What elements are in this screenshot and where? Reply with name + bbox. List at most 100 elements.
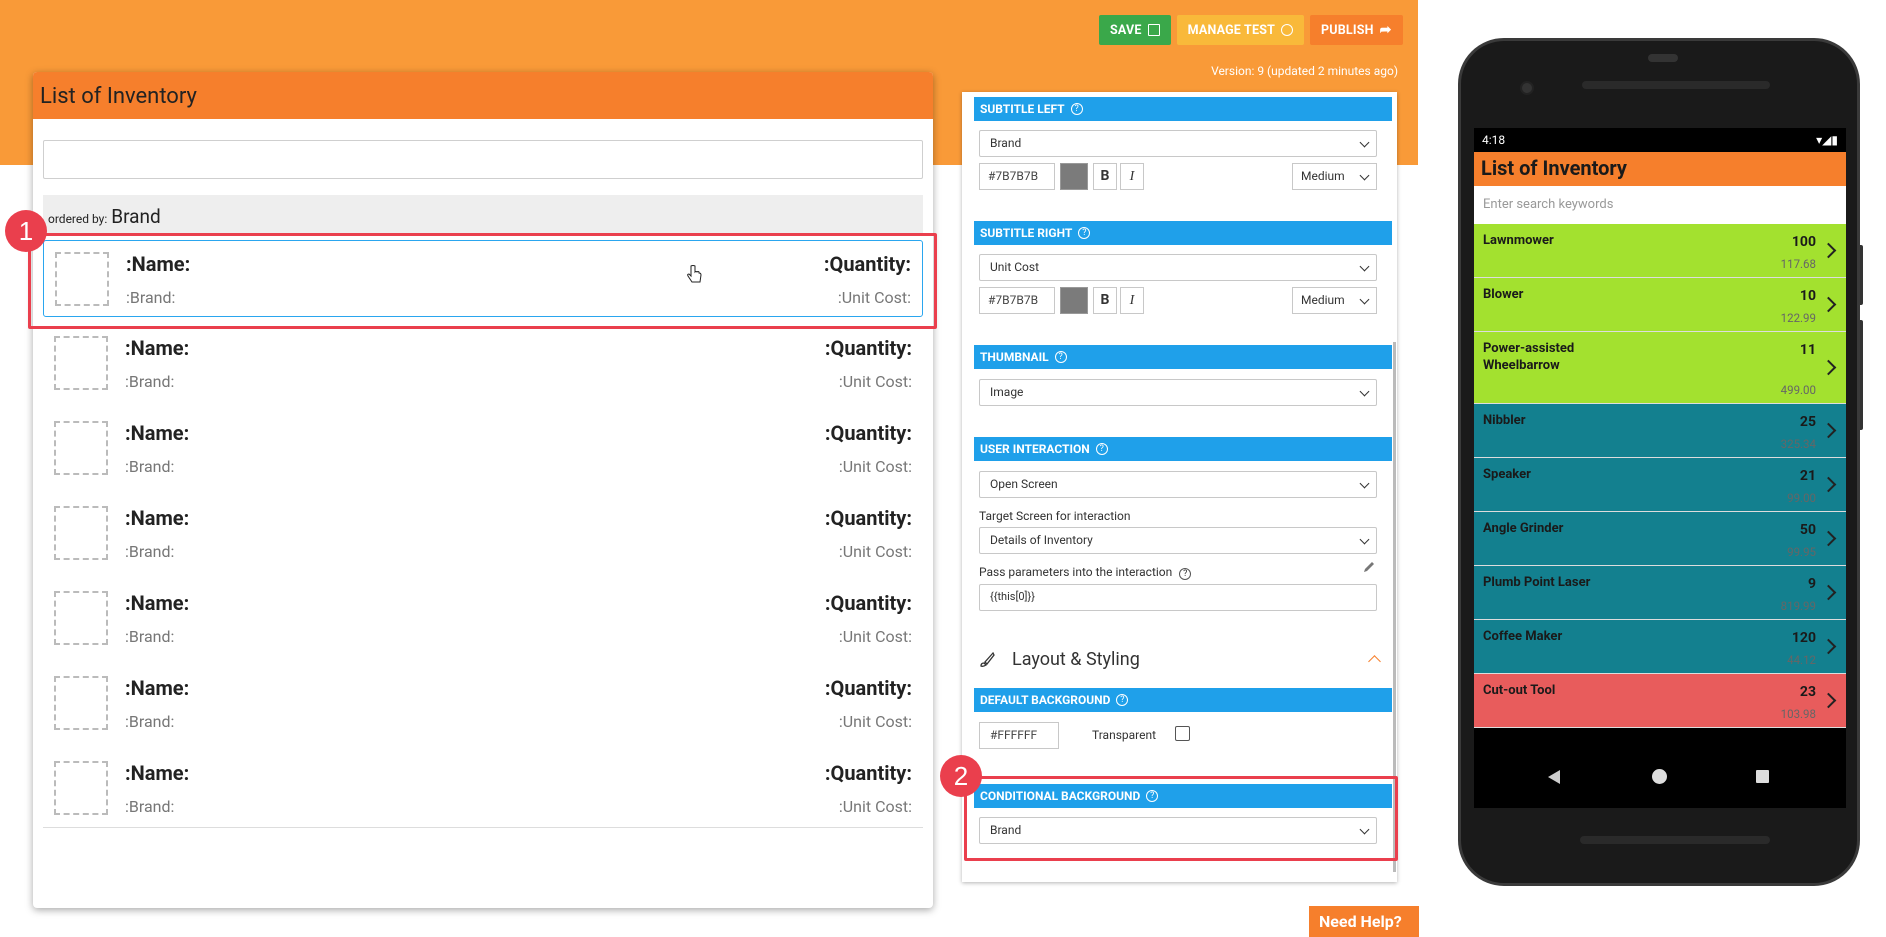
subtitle-right-color-input[interactable]: #7B7B7B xyxy=(979,287,1055,314)
subtitle-left-select[interactable]: Brand xyxy=(979,130,1377,157)
thumbnail-select[interactable]: Image xyxy=(979,379,1377,406)
row-quantity: :Quantity: xyxy=(824,336,912,360)
section-label: SUBTITLE RIGHT xyxy=(980,226,1073,240)
help-icon[interactable]: ? xyxy=(1179,568,1192,580)
section-label: THUMBNAIL xyxy=(980,350,1049,364)
share-icon: ➦ xyxy=(1379,22,1392,38)
item-cost: 44.12 xyxy=(1787,653,1816,667)
item-cost: 103.98 xyxy=(1780,707,1816,721)
brush-icon xyxy=(980,652,995,667)
thumbnail-placeholder xyxy=(54,421,108,475)
status-bar: 4:18 ▾◢▮ xyxy=(1474,128,1846,152)
select-value: Medium xyxy=(1301,293,1345,307)
save-button[interactable]: SAVE xyxy=(1099,15,1171,45)
default-background-header: DEFAULT BACKGROUND? xyxy=(974,688,1392,712)
list-item[interactable]: Angle Grinder 50 99.95 xyxy=(1474,512,1846,566)
list-row[interactable]: :Name: :Brand: :Quantity: :Unit Cost: xyxy=(43,325,923,402)
help-icon[interactable]: ? xyxy=(1095,443,1108,455)
phone-speaker xyxy=(1648,54,1678,62)
target-screen-select[interactable]: Details of Inventory xyxy=(979,527,1377,554)
user-interaction-header: USER INTERACTION? xyxy=(974,437,1392,461)
subtitle-left-color-input[interactable]: #7B7B7B xyxy=(979,163,1055,190)
section-label: USER INTERACTION xyxy=(980,442,1090,456)
italic-button[interactable]: I xyxy=(1120,287,1144,314)
item-quantity: 100 xyxy=(1791,234,1816,250)
italic-button[interactable]: I xyxy=(1120,163,1144,190)
row-cost: :Unit Cost: xyxy=(838,457,912,476)
item-quantity: 11 xyxy=(1799,342,1816,358)
ordered-by-label: ordered by: xyxy=(48,212,108,226)
chevron-down-icon xyxy=(1359,137,1370,148)
back-icon[interactable] xyxy=(1548,770,1560,784)
app-search-input[interactable]: Enter search keywords xyxy=(1474,186,1846,224)
list-item[interactable]: Speaker 21 99.00 xyxy=(1474,458,1846,512)
row-cost: :Unit Cost: xyxy=(838,372,912,391)
list-item[interactable]: Blower 10 122.99 xyxy=(1474,278,1846,332)
list-item[interactable]: Plumb Point Laser 9 819.99 xyxy=(1474,566,1846,620)
interaction-select[interactable]: Open Screen xyxy=(979,471,1377,498)
publish-button[interactable]: PUBLISH ➦ xyxy=(1310,15,1403,45)
phone-screen: 4:18 ▾◢▮ List of Inventory Enter search k… xyxy=(1474,128,1846,808)
row-quantity: :Quantity: xyxy=(824,506,912,530)
manage-test-label: MANAGE TEST xyxy=(1187,22,1276,38)
list-item[interactable]: Cut-out Tool 23 103.98 xyxy=(1474,674,1846,728)
item-quantity: 25 xyxy=(1799,414,1816,430)
manage-test-button[interactable]: MANAGE TEST xyxy=(1176,15,1305,45)
thumbnail-placeholder xyxy=(54,676,108,730)
phone-speaker xyxy=(1582,81,1770,89)
subtitle-left-size-select[interactable]: Medium xyxy=(1292,163,1377,190)
play-circle-icon xyxy=(1281,24,1294,36)
help-icon[interactable]: ? xyxy=(1078,227,1091,239)
chevron-right-icon xyxy=(1820,296,1837,312)
list-row[interactable]: :Name: :Brand: :Quantity: :Unit Cost: xyxy=(43,665,923,742)
row-quantity: :Quantity: xyxy=(824,591,912,615)
status-time: 4:18 xyxy=(1482,133,1506,147)
chevron-down-icon xyxy=(1359,170,1370,181)
item-cost: 819.99 xyxy=(1780,599,1816,613)
row-brand: :Brand: xyxy=(125,627,175,646)
bold-button[interactable]: B xyxy=(1093,163,1117,190)
row-cost: :Unit Cost: xyxy=(838,542,912,561)
item-name: Angle Grinder xyxy=(1483,521,1564,536)
item-name: Blower xyxy=(1483,287,1524,302)
list-row[interactable]: :Name: :Brand: :Quantity: :Unit Cost: xyxy=(43,580,923,657)
recents-icon[interactable] xyxy=(1756,770,1769,783)
ordered-by-bar: ordered by: Brand xyxy=(43,195,923,235)
color-swatch[interactable] xyxy=(1060,163,1088,190)
pencil-icon[interactable] xyxy=(1362,560,1376,574)
row-cost: :Unit Cost: xyxy=(838,712,912,731)
row-cost: :Unit Cost: xyxy=(838,627,912,646)
camera-icon xyxy=(1520,81,1534,95)
subtitle-right-size-select[interactable]: Medium xyxy=(1292,287,1377,314)
help-icon[interactable]: ? xyxy=(1116,694,1129,706)
item-cost: 117.68 xyxy=(1780,257,1816,271)
help-icon[interactable]: ? xyxy=(1054,351,1067,363)
row-brand: :Brand: xyxy=(125,712,175,731)
subtitle-right-select[interactable]: Unit Cost xyxy=(979,254,1377,281)
home-icon[interactable] xyxy=(1652,769,1667,784)
transparent-checkbox[interactable] xyxy=(1175,726,1190,741)
list-item[interactable]: Nibbler 25 325.34 xyxy=(1474,404,1846,458)
editor-search-input[interactable] xyxy=(43,140,923,179)
item-cost: 325.34 xyxy=(1780,437,1816,451)
select-value: Open Screen xyxy=(990,477,1058,491)
need-help-button[interactable]: Need Help? xyxy=(1309,906,1419,937)
target-screen-label: Target Screen for interaction xyxy=(979,509,1131,523)
params-input[interactable]: {{this[0]}} xyxy=(979,584,1377,611)
list-row[interactable]: :Name: :Brand: :Quantity: :Unit Cost: xyxy=(43,750,923,827)
list-item[interactable]: Lawnmower 100 117.68 xyxy=(1474,224,1846,278)
row-quantity: :Quantity: xyxy=(824,421,912,445)
color-swatch[interactable] xyxy=(1060,287,1088,314)
select-value: Medium xyxy=(1301,169,1345,183)
chevron-up-icon[interactable] xyxy=(1368,655,1381,668)
item-name: Plumb Point Laser xyxy=(1483,575,1591,590)
chevron-right-icon xyxy=(1820,692,1837,708)
help-icon[interactable]: ? xyxy=(1070,103,1083,115)
default-background-input[interactable]: #FFFFFF xyxy=(979,722,1059,749)
bold-button[interactable]: B xyxy=(1093,287,1117,314)
list-item[interactable]: Coffee Maker 120 44.12 xyxy=(1474,620,1846,674)
phone-speaker xyxy=(1580,836,1770,844)
list-row[interactable]: :Name: :Brand: :Quantity: :Unit Cost: xyxy=(43,410,923,487)
list-item[interactable]: Power-assisted Wheelbarrow 11 499.00 xyxy=(1474,332,1846,404)
list-row[interactable]: :Name: :Brand: :Quantity: :Unit Cost: xyxy=(43,495,923,572)
